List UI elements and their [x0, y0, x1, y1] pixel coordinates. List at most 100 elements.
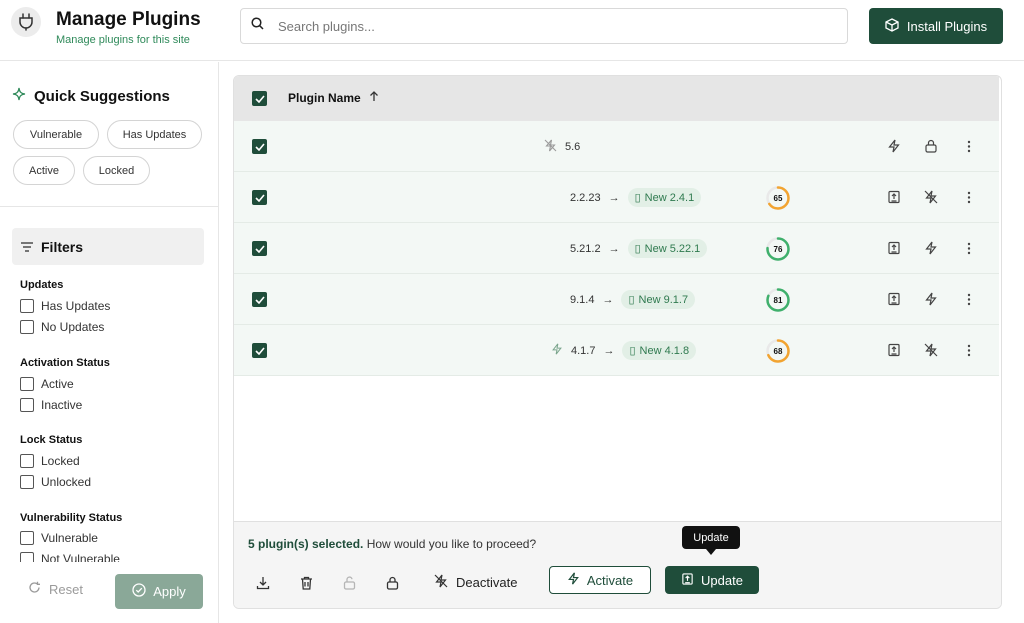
app-header: Manage Plugins Manage plugins for this s…	[0, 0, 1024, 61]
table-row[interactable]: 2.2.23 → ▯ New 2.4.1 65	[234, 172, 999, 223]
flash-icon[interactable]	[886, 138, 902, 154]
checkbox[interactable]	[20, 454, 34, 468]
page-subtitle: Manage plugins for this site	[56, 34, 190, 46]
search-icon	[251, 17, 264, 35]
chip-locked[interactable]: Locked	[83, 156, 150, 185]
new-version-badge: ▯ New 5.22.1	[627, 239, 708, 258]
quick-suggestions-title: Quick Suggestions	[12, 87, 170, 105]
no-flash-icon	[544, 139, 557, 155]
filter-unlocked[interactable]: Unlocked	[20, 475, 91, 489]
selected-count: 5 plugin(s) selected.	[248, 537, 364, 551]
row-checkbox[interactable]	[252, 241, 267, 256]
filter-has-updates[interactable]: Has Updates	[20, 299, 110, 313]
reset-button[interactable]: Reset	[28, 581, 83, 597]
chip-has-updates[interactable]: Has Updates	[107, 120, 202, 149]
plug-icon	[11, 7, 41, 37]
table-row[interactable]: 5.6	[234, 121, 999, 172]
install-plugins-button[interactable]: Install Plugins	[869, 8, 1003, 44]
deactivate-button[interactable]: Deactivate	[434, 569, 517, 595]
filter-locked[interactable]: Locked	[20, 454, 80, 468]
sort-ascending-icon[interactable]	[369, 91, 379, 105]
unlock-icon[interactable]	[341, 575, 357, 591]
table-row[interactable]: 4.1.7 → ▯ New 4.1.8 68	[234, 325, 999, 376]
filter-inactive[interactable]: Inactive	[20, 398, 82, 412]
search-input[interactable]	[278, 18, 818, 34]
arrow-right-icon: →	[602, 293, 614, 306]
update-icon[interactable]	[886, 291, 902, 307]
version-info: 5.21.2 → ▯ New 5.22.1	[570, 223, 708, 274]
filter-group-lock: Lock Status	[20, 434, 83, 446]
chip-active[interactable]: Active	[13, 156, 75, 185]
filter-vulnerable[interactable]: Vulnerable	[20, 531, 98, 545]
table-row[interactable]: 5.21.2 → ▯ New 5.22.1 76	[234, 223, 999, 274]
checkbox[interactable]	[20, 398, 34, 412]
trash-icon[interactable]	[298, 575, 314, 591]
current-version: 5.21.2	[570, 242, 601, 255]
new-version-badge: ▯ New 9.1.7	[621, 290, 696, 309]
row-checkbox[interactable]	[252, 190, 267, 205]
sidebar-actions: Reset Apply	[0, 562, 218, 623]
update-icon[interactable]	[886, 240, 902, 256]
filter-icon	[21, 239, 33, 255]
filter-active[interactable]: Active	[20, 377, 74, 391]
sidebar-divider	[0, 206, 218, 207]
selection-summary: 5 plugin(s) selected. How would you like…	[248, 537, 536, 551]
more-vertical-icon[interactable]	[961, 240, 977, 256]
version-info: 9.1.4 → ▯ New 9.1.7	[570, 274, 696, 325]
arrow-right-icon: →	[608, 191, 620, 204]
more-vertical-icon[interactable]	[961, 189, 977, 205]
no-flash-icon[interactable]	[923, 342, 939, 358]
update-icon[interactable]	[886, 342, 902, 358]
update-icon: ▯	[634, 192, 641, 204]
filter-no-updates[interactable]: No Updates	[20, 320, 104, 334]
checkbox[interactable]	[20, 531, 34, 545]
no-flash-icon	[434, 574, 448, 591]
filter-group-updates: Updates	[20, 279, 64, 291]
table-row[interactable]: 9.1.4 → ▯ New 9.1.7 81	[234, 274, 999, 325]
sidebar: Quick Suggestions Vulnerable Has Updates…	[0, 62, 219, 623]
security-score: 76	[766, 237, 790, 261]
apply-button[interactable]: Apply	[115, 574, 203, 609]
no-flash-icon[interactable]	[923, 189, 939, 205]
row-checkbox[interactable]	[252, 292, 267, 307]
update-tooltip: Update	[682, 526, 740, 555]
bulk-action-bar: 5 plugin(s) selected. How would you like…	[234, 521, 1001, 608]
security-score: 81	[766, 288, 790, 312]
more-vertical-icon[interactable]	[961, 342, 977, 358]
score-value: 68	[774, 347, 783, 356]
search-bar[interactable]	[240, 8, 848, 44]
security-score: 68	[766, 339, 790, 363]
activate-button[interactable]: Activate	[549, 566, 651, 594]
plugin-name-column-header[interactable]: Plugin Name	[288, 91, 379, 105]
filter-group-activation: Activation Status	[20, 357, 110, 369]
flash-icon[interactable]	[923, 291, 939, 307]
score-value: 76	[774, 245, 783, 254]
more-vertical-icon[interactable]	[961, 138, 977, 154]
score-value: 65	[774, 194, 783, 203]
download-icon[interactable]	[255, 575, 271, 591]
checkbox[interactable]	[20, 320, 34, 334]
chip-vulnerable[interactable]: Vulnerable	[13, 120, 99, 149]
row-checkbox[interactable]	[252, 343, 267, 358]
checkbox[interactable]	[20, 475, 34, 489]
select-all-checkbox[interactable]	[252, 91, 267, 106]
checkbox[interactable]	[20, 299, 34, 313]
arrow-right-icon: →	[608, 242, 620, 255]
more-vertical-icon[interactable]	[961, 291, 977, 307]
update-icon	[681, 572, 694, 589]
new-version-badge: ▯ New 4.1.8	[622, 341, 697, 360]
lock-icon[interactable]	[923, 138, 939, 154]
lock-icon[interactable]	[384, 575, 400, 591]
row-checkbox[interactable]	[252, 139, 267, 154]
flash-icon[interactable]	[923, 240, 939, 256]
filters-header: Filters	[12, 228, 204, 265]
checkbox[interactable]	[20, 377, 34, 391]
update-icon: ▯	[629, 345, 636, 357]
selection-prompt: How would you like to proceed?	[366, 537, 537, 551]
update-button[interactable]: Update	[665, 566, 759, 594]
page-title: Manage Plugins	[56, 9, 201, 30]
update-icon[interactable]	[886, 189, 902, 205]
check-circle-icon	[132, 583, 146, 600]
new-version-badge: ▯ New 2.4.1	[627, 188, 702, 207]
install-plugins-label: Install Plugins	[906, 18, 988, 34]
